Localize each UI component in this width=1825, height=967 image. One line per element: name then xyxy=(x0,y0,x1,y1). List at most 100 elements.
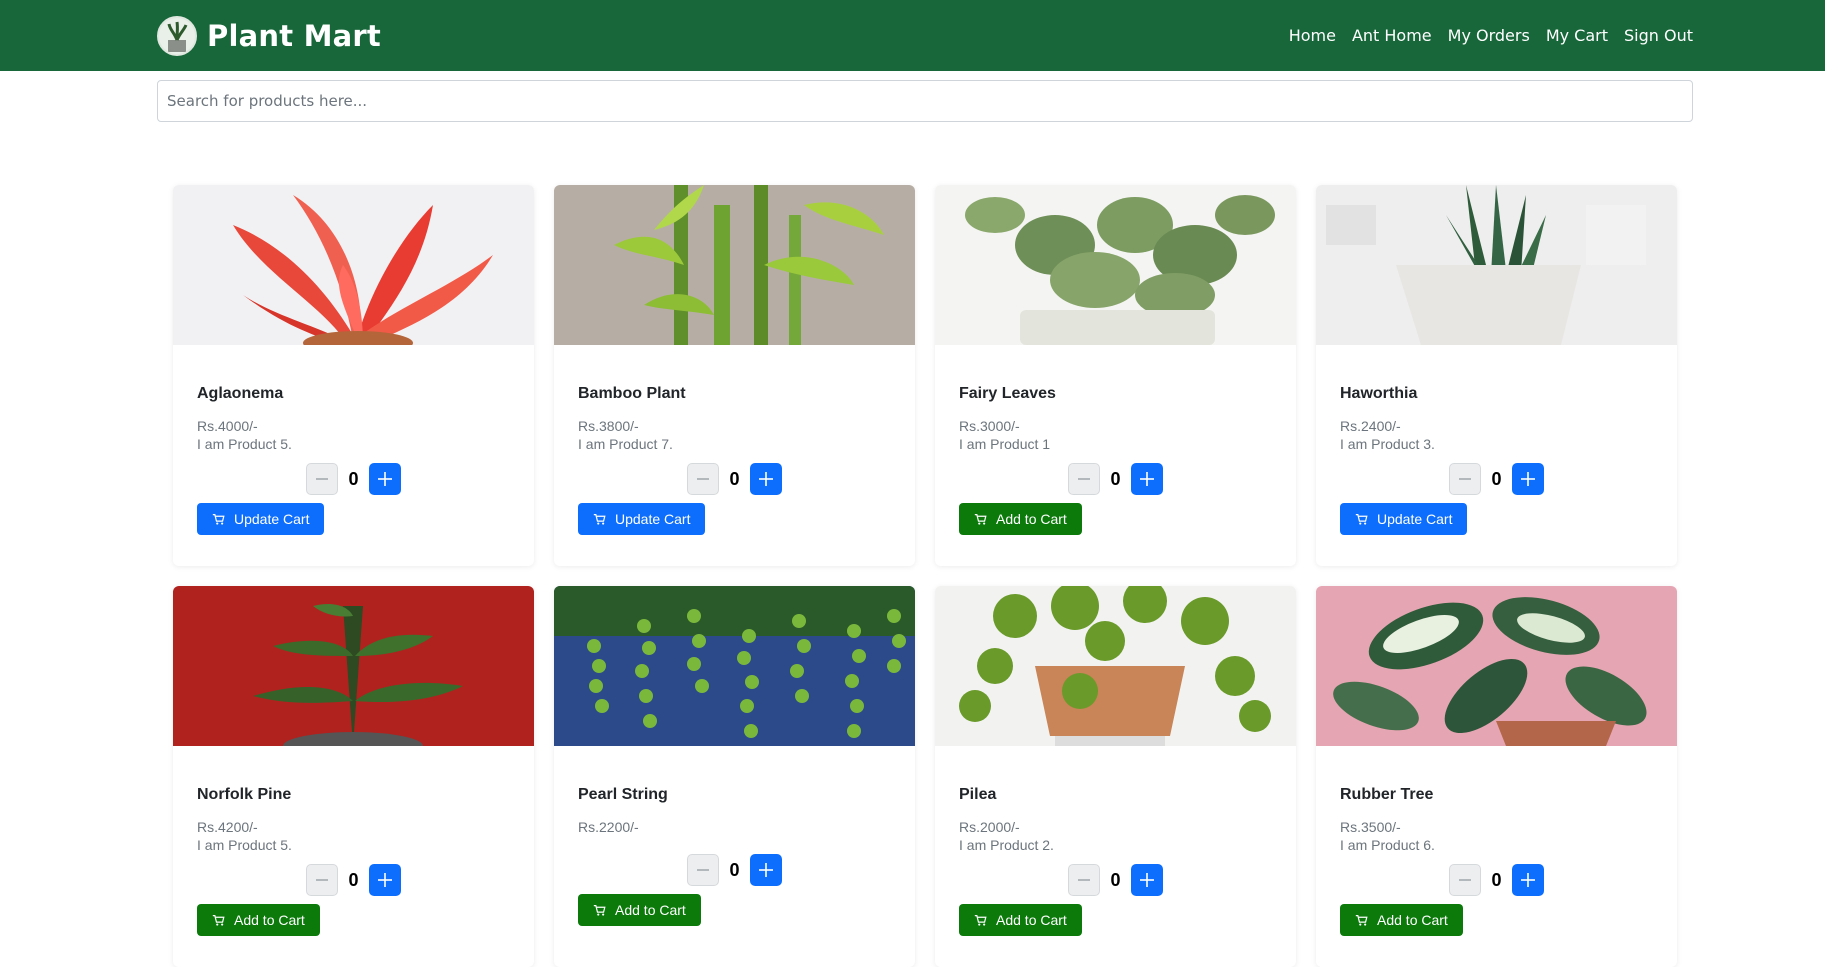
cart-button-label: Update Cart xyxy=(1377,511,1453,527)
product-image xyxy=(173,185,534,345)
minus-icon xyxy=(1078,478,1091,480)
cart-icon xyxy=(1355,914,1368,926)
product-description: I am Product 1 xyxy=(959,436,1051,452)
product-image xyxy=(554,185,915,345)
cart-icon xyxy=(212,513,225,525)
product-name: Norfolk Pine xyxy=(197,786,292,803)
quantity-stepper: 0 xyxy=(959,463,1272,495)
product-price: Rs.4200/- xyxy=(197,819,258,835)
update-cart-button[interactable]: Update Cart xyxy=(578,503,706,535)
quantity-value: 0 xyxy=(348,869,359,890)
nav-ant-home[interactable]: Ant Home xyxy=(1352,26,1432,45)
decrement-button[interactable] xyxy=(687,854,720,886)
nav-home[interactable]: Home xyxy=(1289,26,1336,45)
nav-my-orders[interactable]: My Orders xyxy=(1448,26,1530,45)
product-price: Rs.4000/- xyxy=(197,418,258,434)
plus-icon xyxy=(1520,873,1535,887)
product-price: Rs.2000/- xyxy=(959,819,1020,835)
cart-button-label: Add to Cart xyxy=(234,912,305,928)
cart-button-label: Add to Cart xyxy=(996,511,1067,527)
product-description: I am Product 2. xyxy=(959,837,1054,853)
increment-button[interactable] xyxy=(1130,864,1163,896)
plus-icon xyxy=(377,873,392,887)
increment-button[interactable] xyxy=(749,463,782,495)
decrement-button[interactable] xyxy=(1449,864,1482,896)
quantity-value: 0 xyxy=(348,468,359,489)
cart-button-label: Add to Cart xyxy=(996,912,1067,928)
nav-sign-out[interactable]: Sign Out xyxy=(1624,26,1693,45)
product-card: Norfolk Pine Rs.4200/- I am Product 5. 0… xyxy=(173,586,534,967)
add-to-cart-button[interactable]: Add to Cart xyxy=(1340,904,1463,936)
decrement-button[interactable] xyxy=(306,864,339,896)
nav-my-cart[interactable]: My Cart xyxy=(1546,26,1608,45)
minus-icon xyxy=(1459,478,1472,480)
product-price: Rs.2200/- xyxy=(578,819,639,835)
increment-button[interactable] xyxy=(368,864,401,896)
decrement-button[interactable] xyxy=(1449,463,1482,495)
add-to-cart-button[interactable]: Add to Cart xyxy=(959,904,1082,936)
add-to-cart-button[interactable]: Add to Cart xyxy=(959,503,1082,535)
plant-logo-icon xyxy=(157,15,197,56)
minus-icon xyxy=(1078,879,1091,881)
quantity-value: 0 xyxy=(729,859,740,880)
product-name: Pilea xyxy=(959,786,997,803)
product-name: Fairy Leaves xyxy=(959,385,1056,402)
cart-button-label: Update Cart xyxy=(234,511,310,527)
increment-button[interactable] xyxy=(1511,864,1544,896)
product-price: Rs.3800/- xyxy=(578,418,639,434)
quantity-value: 0 xyxy=(1491,468,1502,489)
search-input[interactable] xyxy=(157,80,1693,122)
minus-icon xyxy=(316,478,329,480)
product-price: Rs.2400/- xyxy=(1340,418,1401,434)
plus-icon xyxy=(377,472,392,486)
cart-button-label: Add to Cart xyxy=(615,902,686,918)
decrement-button[interactable] xyxy=(687,463,720,495)
product-description: I am Product 5. xyxy=(197,837,292,853)
quantity-stepper: 0 xyxy=(578,463,891,495)
plus-icon xyxy=(1139,873,1154,887)
product-name: Haworthia xyxy=(1340,385,1418,402)
increment-button[interactable] xyxy=(1511,463,1544,495)
product-image xyxy=(173,586,534,746)
nav-links: Home Ant Home My Orders My Cart Sign Out xyxy=(1289,26,1693,45)
cart-button-label: Add to Cart xyxy=(1377,912,1448,928)
increment-button[interactable] xyxy=(1130,463,1163,495)
add-to-cart-button[interactable]: Add to Cart xyxy=(578,894,701,926)
product-grid: Aglaonema Rs.4000/- I am Product 5. 0 Up… xyxy=(173,185,1677,967)
quantity-value: 0 xyxy=(729,468,740,489)
update-cart-button[interactable]: Update Cart xyxy=(197,503,325,535)
increment-button[interactable] xyxy=(749,854,782,886)
decrement-button[interactable] xyxy=(1068,864,1101,896)
product-description: I am Product 7. xyxy=(578,436,673,452)
cart-icon xyxy=(1355,513,1368,525)
cart-icon xyxy=(593,513,606,525)
product-name: Rubber Tree xyxy=(1340,786,1434,803)
plus-icon xyxy=(1520,472,1535,486)
minus-icon xyxy=(1459,879,1472,881)
quantity-stepper: 0 xyxy=(197,463,510,495)
product-price: Rs.3500/- xyxy=(1340,819,1401,835)
quantity-value: 0 xyxy=(1491,869,1502,890)
add-to-cart-button[interactable]: Add to Cart xyxy=(197,904,320,936)
minus-icon xyxy=(697,869,710,871)
plus-icon xyxy=(1139,472,1154,486)
cart-icon xyxy=(212,914,225,926)
navbar: Plant Mart Home Ant Home My Orders My Ca… xyxy=(0,0,1825,71)
product-name: Pearl String xyxy=(578,786,668,803)
decrement-button[interactable] xyxy=(1068,463,1101,495)
cart-icon xyxy=(974,513,987,525)
quantity-stepper: 0 xyxy=(959,864,1272,896)
update-cart-button[interactable]: Update Cart xyxy=(1340,503,1468,535)
minus-icon xyxy=(316,879,329,881)
increment-button[interactable] xyxy=(368,463,401,495)
product-name: Aglaonema xyxy=(197,385,284,402)
search-bar xyxy=(0,71,1825,122)
product-image xyxy=(554,586,915,746)
decrement-button[interactable] xyxy=(306,463,339,495)
product-image xyxy=(1316,185,1677,345)
product-card: Bamboo Plant Rs.3800/- I am Product 7. 0… xyxy=(554,185,915,566)
product-card: Haworthia Rs.2400/- I am Product 3. 0 Up… xyxy=(1316,185,1677,566)
product-card: Pearl String Rs.2200/- 0 Add to Cart xyxy=(554,586,915,967)
brand[interactable]: Plant Mart xyxy=(157,15,381,56)
quantity-stepper: 0 xyxy=(578,854,891,886)
